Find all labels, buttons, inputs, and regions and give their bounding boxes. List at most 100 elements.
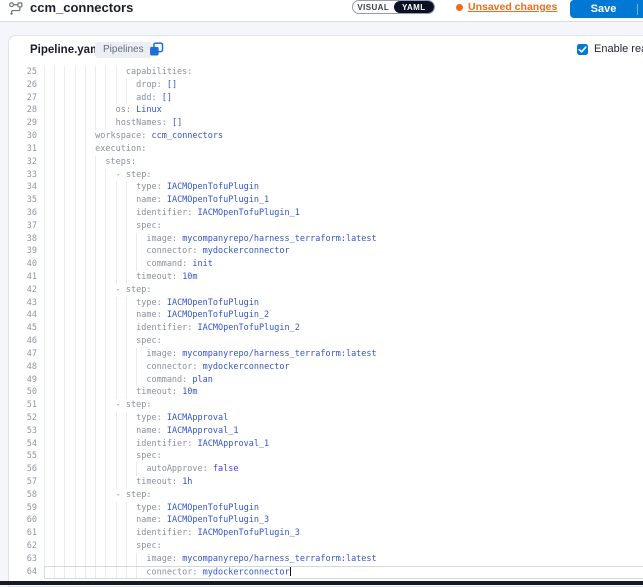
indent-guide xyxy=(44,553,54,566)
indent-guide xyxy=(54,194,64,207)
code-line[interactable]: 39connector: mydockerconnector xyxy=(9,245,643,258)
indent-guide xyxy=(75,169,85,182)
code-line[interactable]: 25capabilities: xyxy=(9,66,643,79)
code-line[interactable]: 30workspace: ccm_connectors xyxy=(9,130,643,143)
line-number: 39 xyxy=(9,245,44,258)
code-line[interactable]: 43type: IACMOpenTofuPlugin xyxy=(9,297,643,310)
code-line[interactable]: 35name: IACMOpenTofuPlugin_1 xyxy=(9,194,643,207)
code-line[interactable]: 32steps: xyxy=(9,156,643,169)
code-line[interactable]: 37spec: xyxy=(9,220,643,233)
code-line[interactable]: 42- step: xyxy=(9,284,643,297)
indent-guide xyxy=(105,117,115,130)
indent-guide xyxy=(54,104,64,117)
line-number: 61 xyxy=(9,527,44,540)
code-line[interactable]: 64connector: mydockerconnector xyxy=(9,566,643,579)
code-line[interactable]: 40command: init xyxy=(9,258,643,271)
indent-guide xyxy=(116,386,126,399)
code-line[interactable]: 46spec: xyxy=(9,335,643,348)
indent-guide xyxy=(64,399,74,412)
code-line[interactable]: 48connector: mydockerconnector xyxy=(9,361,643,374)
indent-guide xyxy=(75,130,85,143)
indent-guide xyxy=(64,297,74,310)
code-line[interactable]: 34type: IACMOpenTofuPlugin xyxy=(9,181,643,194)
enable-edit-checkbox[interactable] xyxy=(577,44,588,55)
code-line[interactable]: 49command: plan xyxy=(9,374,643,387)
code-line[interactable]: 33- step: xyxy=(9,169,643,182)
code-line[interactable]: 55spec: xyxy=(9,450,643,463)
code-line[interactable]: 60name: IACMOpenTofuPlugin_3 xyxy=(9,514,643,527)
code-line[interactable]: 57timeout: 1h xyxy=(9,476,643,489)
code-line[interactable]: 50timeout: 10m xyxy=(9,386,643,399)
indent-guides xyxy=(44,234,146,244)
code-line[interactable]: 38image: mycompanyrepo/harness_terraform… xyxy=(9,233,643,246)
indent-guides xyxy=(44,144,95,154)
code-line[interactable]: 63image: mycompanyrepo/harness_terraform… xyxy=(9,553,643,566)
code-line[interactable]: 58- step: xyxy=(9,489,643,502)
code-line[interactable]: 53name: IACMApproval_1 xyxy=(9,425,643,438)
list-dash: - xyxy=(116,490,126,500)
tab-yaml[interactable]: YAML xyxy=(394,1,435,13)
unsaved-changes-link[interactable]: Unsaved changes xyxy=(456,1,557,13)
indent-guide xyxy=(105,361,115,374)
indent-guides xyxy=(44,349,146,359)
indent-guide xyxy=(136,258,146,271)
indent-guide xyxy=(54,438,64,451)
indent-guide xyxy=(95,181,105,194)
indent-guide xyxy=(85,412,95,425)
indent-guide xyxy=(126,322,136,335)
code-line[interactable]: 29hostNames: [] xyxy=(9,117,643,130)
save-button[interactable]: Save ⌄ xyxy=(570,0,643,18)
indent-guide xyxy=(54,566,64,579)
yaml-key: step: xyxy=(126,285,152,295)
line-number: 47 xyxy=(9,348,44,361)
code-line[interactable]: 52type: IACMApproval xyxy=(9,412,643,425)
code-line[interactable]: 47image: mycompanyrepo/harness_terraform… xyxy=(9,348,643,361)
indent-guide xyxy=(85,527,95,540)
code-line[interactable]: 62spec: xyxy=(9,540,643,553)
code-line[interactable]: 44name: IACMOpenTofuPlugin_2 xyxy=(9,309,643,322)
code-line[interactable]: 27add: [] xyxy=(9,92,643,105)
indent-guides xyxy=(44,400,116,410)
indent-guides xyxy=(44,157,105,167)
code-line[interactable]: 31execution: xyxy=(9,143,643,156)
indent-guide xyxy=(105,386,115,399)
chevron-down-icon[interactable]: ⌄ xyxy=(638,4,643,15)
line-number: 49 xyxy=(9,374,44,387)
indent-guide xyxy=(85,386,95,399)
indent-guides xyxy=(44,310,136,320)
indent-guides xyxy=(44,80,136,90)
yaml-value: mycompanyrepo/harness_terraform:latest xyxy=(182,554,376,564)
indent-guide xyxy=(105,425,115,438)
line-number: 28 xyxy=(9,104,44,117)
indent-guide xyxy=(54,297,64,310)
code-line[interactable]: 45identifier: IACMOpenTofuPlugin_2 xyxy=(9,322,643,335)
line-number: 53 xyxy=(9,425,44,438)
indent-guide xyxy=(116,438,126,451)
code-line[interactable]: 26drop: [] xyxy=(9,79,643,92)
code-line[interactable]: 41timeout: 10m xyxy=(9,271,643,284)
code-area[interactable]: 25capabilities:26drop: []27add: []28os: … xyxy=(9,66,643,586)
yaml-key: connector: xyxy=(146,246,197,256)
code-line[interactable]: 54identifier: IACMApproval_1 xyxy=(9,438,643,451)
mode-toggle[interactable]: VISUAL YAML xyxy=(352,0,435,14)
code-line[interactable]: 56autoApprove: false xyxy=(9,463,643,476)
yaml-key: identifier: xyxy=(136,323,192,333)
code-line[interactable]: 59type: IACMOpenTofuPlugin xyxy=(9,502,643,515)
indent-guide xyxy=(75,540,85,553)
yaml-key: step: xyxy=(126,170,152,180)
line-number: 46 xyxy=(9,335,44,348)
code-text: image: mycompanyrepo/harness_terraform:l… xyxy=(44,348,643,361)
code-line[interactable]: 51- step: xyxy=(9,399,643,412)
indent-guides xyxy=(44,375,146,385)
code-line[interactable]: 36identifier: IACMOpenTofuPlugin_1 xyxy=(9,207,643,220)
copy-icon[interactable] xyxy=(148,42,164,58)
indent-guide xyxy=(85,194,95,207)
indent-guide xyxy=(54,181,64,194)
code-line[interactable]: 28os: Linux xyxy=(9,104,643,117)
indent-guide xyxy=(44,489,54,502)
code-line[interactable]: 61identifier: IACMOpenTofuPlugin_3 xyxy=(9,527,643,540)
tab-visual[interactable]: VISUAL xyxy=(353,1,394,13)
indent-guide xyxy=(105,79,115,92)
indent-guide xyxy=(44,156,54,169)
indent-guide xyxy=(85,104,95,117)
